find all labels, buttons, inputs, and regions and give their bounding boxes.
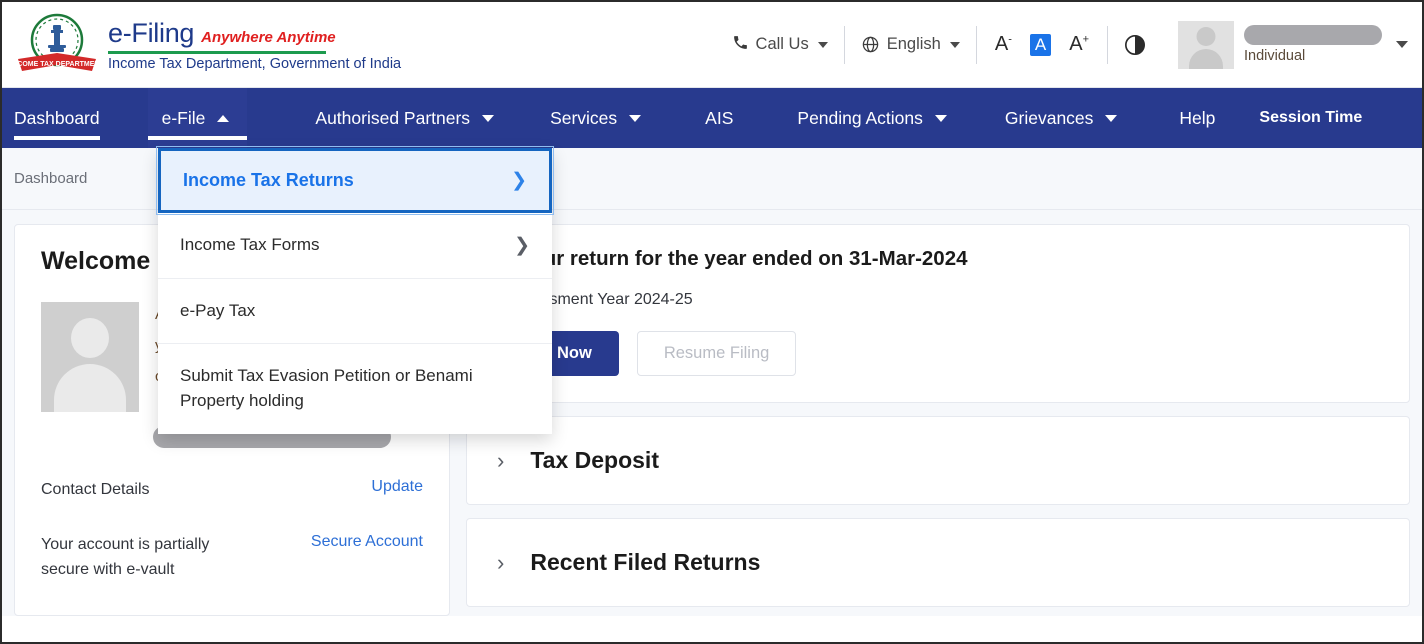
call-us-label: Call Us <box>755 35 809 53</box>
india-emblem-icon: सत्यमेव जयते INCOME TAX DEPARTMENT <box>10 9 104 81</box>
account-security-row: Your account is partially secure with e-… <box>41 533 423 583</box>
brand-subtitle: Income Tax Department, Government of Ind… <box>108 55 402 72</box>
chevron-down-icon <box>817 41 828 48</box>
recent-filed-returns-label: Recent Filed Returns <box>530 549 761 575</box>
chevron-right-icon: ❯ <box>514 234 530 256</box>
nav-label: Grievances <box>1004 107 1094 128</box>
active-indicator <box>147 136 248 140</box>
chevron-down-icon <box>934 114 947 122</box>
chevron-down-icon <box>949 41 960 48</box>
menu-item-label: Income Tax Returns <box>183 170 354 190</box>
nav-item-services[interactable]: Services <box>494 88 642 148</box>
brand-block: सत्यमेव जयते INCOME TAX DEPARTMENT e-Fil… <box>2 9 401 81</box>
chevron-right-icon: ❯ <box>511 170 527 191</box>
tax-deposit-label: Tax Deposit <box>530 447 659 473</box>
update-link[interactable]: Update <box>371 478 423 496</box>
file-return-subtitle: r Assessment Year 2024-25 <box>497 291 693 308</box>
font-increase-button[interactable]: A+ <box>1069 33 1089 56</box>
nav-label: e-File <box>161 107 206 128</box>
nav-label: AIS <box>705 107 734 128</box>
main-navigation: Dashboard e-File Authorised Partners Ser… <box>2 88 1422 148</box>
svg-text:INCOME TAX DEPARTMENT: INCOME TAX DEPARTMENT <box>14 61 100 68</box>
nav-label: Services <box>550 107 618 128</box>
user-avatar-icon <box>1178 20 1234 69</box>
font-normal-button[interactable]: A <box>1029 33 1052 56</box>
recent-filed-returns-accordion[interactable]: › Recent Filed Returns <box>466 518 1410 607</box>
chevron-right-icon: › <box>497 549 505 575</box>
session-time-label: Session Time <box>1259 109 1363 126</box>
menu-item-income-tax-returns[interactable]: Income Tax Returns ❯ <box>156 146 554 215</box>
contact-details-label: Contact Details <box>41 481 150 498</box>
menu-item-label: Submit Tax Evasion Petition or Benami Pr… <box>180 366 473 410</box>
file-return-actions: File Now Resume Filing <box>497 331 1379 376</box>
user-avatar-icon <box>41 302 139 412</box>
active-indicator <box>14 136 100 140</box>
contact-details-row: Contact Details Update <box>41 478 423 503</box>
resume-filing-button[interactable]: Resume Filing <box>636 331 797 376</box>
session-time: Session Time <box>1215 88 1362 148</box>
menu-item-label: Income Tax Forms <box>180 235 320 254</box>
language-label: English <box>886 35 941 53</box>
nav-item-ais[interactable]: AIS <box>641 88 733 148</box>
nav-item-help[interactable]: Help <box>1117 88 1215 148</box>
page-root: सत्यमेव जयते INCOME TAX DEPARTMENT e-Fil… <box>0 0 1424 644</box>
nav-item-e-file[interactable]: e-File <box>147 88 248 148</box>
e-file-dropdown-menu: Income Tax Returns ❯ Income Tax Forms ❯ … <box>156 146 554 434</box>
nav-label: Authorised Partners <box>315 107 471 128</box>
chevron-right-icon: › <box>497 447 505 473</box>
menu-item-income-tax-forms[interactable]: Income Tax Forms ❯ <box>158 213 552 278</box>
font-size-controls: A- A A+ <box>977 33 1107 56</box>
header-utilities: Call Us English A- A A+ Individual <box>716 2 1422 87</box>
file-return-title: le your return for the year ended on 31-… <box>497 247 968 270</box>
font-decrease-button[interactable]: A- <box>995 33 1012 56</box>
nav-item-authorised-partners[interactable]: Authorised Partners <box>247 88 495 148</box>
profile-name-masked <box>1244 25 1382 45</box>
contrast-toggle[interactable] <box>1108 34 1162 56</box>
brand-tagline: Anywhere Anytime <box>201 28 336 46</box>
nav-item-dashboard[interactable]: Dashboard <box>2 88 148 148</box>
chevron-up-icon <box>217 114 230 122</box>
file-return-panel: le your return for the year ended on 31-… <box>466 224 1410 403</box>
menu-item-e-pay-tax[interactable]: e-Pay Tax <box>158 277 552 344</box>
contrast-icon <box>1124 34 1146 56</box>
nav-label: Pending Actions <box>797 107 923 128</box>
chevron-down-icon <box>482 114 495 122</box>
site-header: सत्यमेव जयते INCOME TAX DEPARTMENT e-Fil… <box>2 2 1422 88</box>
breadcrumb-item-dashboard[interactable]: Dashboard <box>14 170 87 187</box>
right-column: le your return for the year ended on 31-… <box>466 224 1410 616</box>
nav-label: Dashboard <box>14 107 100 128</box>
security-status-text: Your account is partially secure with e-… <box>41 535 210 578</box>
phone-icon <box>732 34 749 56</box>
menu-item-label: e-Pay Tax <box>180 300 256 320</box>
brand-title: e-Filing <box>108 17 195 48</box>
language-selector[interactable]: English <box>845 35 976 54</box>
chevron-down-icon <box>1105 114 1118 122</box>
nav-item-grievances[interactable]: Grievances <box>947 88 1118 148</box>
chevron-down-icon <box>1396 41 1408 48</box>
secure-account-link[interactable]: Secure Account <box>311 533 423 551</box>
profile-menu[interactable]: Individual <box>1162 20 1408 69</box>
nav-label: Help <box>1179 107 1216 128</box>
brand-divider <box>108 50 326 54</box>
profile-meta: Individual <box>1244 25 1382 64</box>
call-us-button[interactable]: Call Us <box>716 34 844 56</box>
brand-text: e-Filing Anywhere Anytime Income Tax Dep… <box>108 18 401 72</box>
globe-icon <box>861 35 880 54</box>
nav-item-pending-actions[interactable]: Pending Actions <box>733 88 947 148</box>
tax-deposit-accordion[interactable]: › Tax Deposit <box>466 416 1410 505</box>
menu-item-submit-tax-evasion-petition[interactable]: Submit Tax Evasion Petition or Benami Pr… <box>158 343 552 433</box>
profile-role: Individual <box>1244 48 1306 64</box>
chevron-down-icon <box>629 114 642 122</box>
